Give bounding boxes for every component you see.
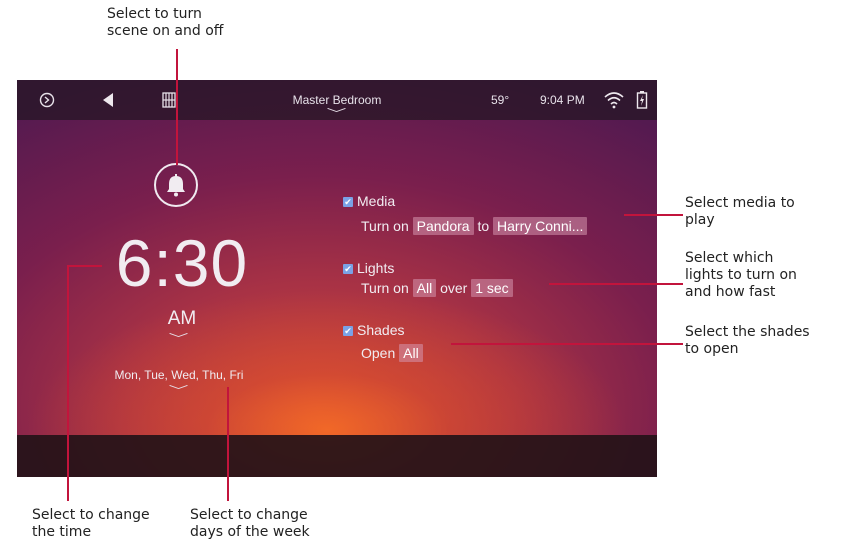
callout-text: Select media to xyxy=(685,195,795,211)
callout-text: Select which xyxy=(685,250,774,266)
lights-settings: Turn on All over 1 sec xyxy=(361,279,513,297)
shades-which-chip[interactable]: All xyxy=(399,344,423,362)
media-settings: Turn on Pandora to Harry Conni... xyxy=(361,217,588,235)
media-option[interactable]: ✔ Media xyxy=(343,193,395,209)
shades-label: Shades xyxy=(357,322,405,338)
callout-text: days of the week xyxy=(190,524,310,540)
media-label: Media xyxy=(357,193,396,209)
callout-text: Select to change xyxy=(32,507,150,523)
media-checkbox[interactable]: ✔ xyxy=(343,197,353,207)
lights-which-chip[interactable]: All xyxy=(412,279,437,297)
callout-text: and how fast xyxy=(685,284,776,300)
callout-text: play xyxy=(685,212,715,228)
battery-icon xyxy=(636,80,648,120)
lights-duration-chip[interactable]: 1 sec xyxy=(471,279,513,297)
callout-time: Select to change the time xyxy=(32,507,150,541)
leader-line-lights xyxy=(549,283,683,285)
lights-option[interactable]: ✔ Lights xyxy=(343,260,394,276)
scene-screen: Master Bedroom ﹀ 59° 9:04 PM 6:30 AM ﹀ M… xyxy=(17,80,657,477)
logo-icon[interactable] xyxy=(39,80,55,120)
lights-joiner: over xyxy=(440,280,468,296)
leader-line-scene xyxy=(176,49,178,165)
callout-lights: Select which lights to turn on and how f… xyxy=(685,250,797,301)
days-label: Mon, Tue, Wed, Thu, Fri xyxy=(114,368,244,382)
callout-text: Select to change xyxy=(190,507,308,523)
shades-prefix: Open xyxy=(361,345,396,361)
alarm-time[interactable]: 6:30 xyxy=(107,225,257,301)
leader-line-days xyxy=(227,387,229,501)
callout-text: to open xyxy=(685,341,739,357)
callout-media: Select media to play xyxy=(685,195,795,229)
lights-prefix: Turn on xyxy=(361,280,409,296)
leader-line-time-h xyxy=(67,265,102,267)
callout-text: lights to turn on xyxy=(685,267,797,283)
callout-shades: Select the shades to open xyxy=(685,324,810,358)
lights-label: Lights xyxy=(357,260,395,276)
lights-checkbox[interactable]: ✔ xyxy=(343,264,353,274)
am-pm-selector[interactable]: AM xyxy=(147,308,217,330)
callout-text: Select to turn xyxy=(107,6,202,22)
chevron-down-icon[interactable]: ﹀ xyxy=(169,330,189,346)
media-joiner: to xyxy=(477,218,490,234)
status-bar: Master Bedroom ﹀ 59° 9:04 PM xyxy=(17,80,657,120)
callout-text: Select the shades xyxy=(685,324,810,340)
bottom-bar xyxy=(17,435,657,477)
media-station-chip[interactable]: Harry Conni... xyxy=(493,217,588,235)
media-prefix: Turn on xyxy=(361,218,409,234)
days-selector[interactable]: Mon, Tue, Wed, Thu, Fri xyxy=(89,368,269,382)
chevron-down-icon[interactable]: ﹀ xyxy=(327,105,347,121)
shades-option[interactable]: ✔ Shades xyxy=(343,322,404,338)
bell-icon xyxy=(167,174,185,197)
callout-text: the time xyxy=(32,524,92,540)
back-arrow-icon[interactable] xyxy=(101,80,115,120)
temperature: 59° xyxy=(491,93,510,107)
chevron-down-icon[interactable]: ﹀ xyxy=(169,382,189,398)
leader-line-shades xyxy=(451,343,683,345)
room-grid-icon[interactable] xyxy=(162,80,176,120)
leader-line-media xyxy=(624,214,683,216)
leader-line-time-v xyxy=(67,265,69,501)
shades-checkbox[interactable]: ✔ xyxy=(343,326,353,336)
media-source-chip[interactable]: Pandora xyxy=(412,217,474,235)
clock: 9:04 PM xyxy=(540,93,585,107)
am-pm-label: AM xyxy=(167,308,197,329)
callout-scene-toggle: Select to turn scene on and off xyxy=(107,6,223,40)
scene-toggle-button[interactable] xyxy=(154,163,198,207)
shades-settings: Open All xyxy=(361,344,423,362)
callout-days: Select to change days of the week xyxy=(190,507,310,541)
callout-text: scene on and off xyxy=(107,23,224,39)
wifi-icon xyxy=(604,80,624,120)
